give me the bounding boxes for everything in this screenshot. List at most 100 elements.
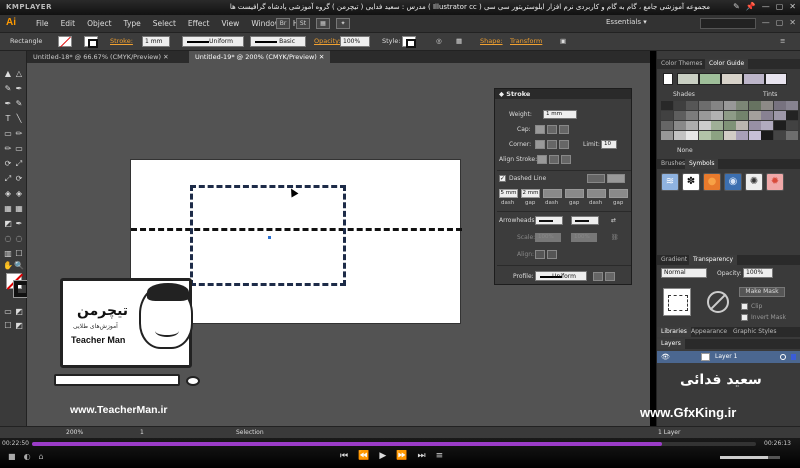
opacity-panel-link[interactable]: Opacity:	[314, 37, 341, 45]
magic-wand-tool-icon[interactable]: ✎	[3, 84, 13, 93]
blend-tool-icon[interactable]: ◌	[3, 234, 13, 243]
arrow-tip-at-end-button[interactable]	[547, 250, 557, 259]
pencil-tool-icon[interactable]: ✏	[3, 144, 13, 153]
gpu-icon[interactable]: ✦	[336, 18, 350, 29]
draw-normal-icon[interactable]: ☐	[3, 321, 13, 330]
align-outside-button[interactable]	[561, 155, 571, 164]
projecting-cap-button[interactable]	[559, 125, 569, 134]
tint-cell[interactable]	[773, 111, 786, 120]
start-scale-field[interactable]: 100%	[535, 233, 561, 242]
tint-cell[interactable]	[673, 111, 686, 120]
menu-view[interactable]: View	[216, 19, 246, 28]
tint-cell[interactable]	[686, 101, 698, 110]
app-close-button[interactable]: ✕	[789, 18, 796, 27]
eyedropper-tool-icon[interactable]: ✒	[14, 219, 24, 228]
tab-color-guide[interactable]: Color Guide	[705, 59, 749, 69]
tab-libraries[interactable]: Libraries	[657, 327, 691, 337]
align-center-button[interactable]	[537, 155, 547, 164]
blend-mode-select[interactable]: Normal	[661, 268, 707, 278]
volume-slider[interactable]	[720, 456, 780, 459]
align-inside-button[interactable]	[549, 155, 559, 164]
layer-row-layer-1[interactable]: 👁 Layer 1	[657, 351, 800, 363]
round-cap-button[interactable]	[547, 125, 557, 134]
tint-cell[interactable]	[773, 101, 786, 110]
invert-mask-checkbox[interactable]	[741, 314, 748, 321]
direct-selection-tool-icon[interactable]: △	[14, 69, 24, 78]
player-minimize-button[interactable]: —	[762, 2, 770, 11]
line-tool-icon[interactable]: ╲	[14, 114, 24, 123]
zoom-tool-icon[interactable]: 🔍	[14, 261, 24, 270]
tint-cell[interactable]	[673, 101, 686, 110]
current-tool-status[interactable]: Selection	[236, 429, 264, 436]
transparency-opacity-field[interactable]: 100%	[743, 268, 773, 278]
dash-1-field[interactable]: 5 mm	[499, 189, 518, 198]
layer-target-icon[interactable]	[780, 354, 786, 360]
tint-cell[interactable]	[761, 121, 773, 130]
tint-cell[interactable]	[748, 121, 761, 130]
screen-mode-icon[interactable]: ◩	[14, 321, 24, 330]
tint-cell[interactable]	[786, 111, 798, 120]
mesh-tool-icon[interactable]: ▦	[14, 204, 24, 213]
bridge-icon[interactable]: Br	[276, 18, 290, 29]
stroke-panel-link[interactable]: Stroke:	[110, 37, 133, 45]
tint-cell[interactable]	[673, 131, 686, 140]
arrange-documents-icon[interactable]: ▦	[316, 18, 330, 29]
tint-cell[interactable]	[748, 131, 761, 140]
workspace-switcher[interactable]: Essentials ▾	[606, 18, 647, 26]
symbol-blue-circle-icon[interactable]: ◉	[724, 173, 742, 191]
gap-3-field[interactable]	[609, 189, 628, 198]
tab-untitled-18[interactable]: Untitled-18* @ 66.67% (CMYK/Preview) ✕	[27, 51, 175, 63]
tint-cell[interactable]	[773, 121, 786, 130]
stroke-weight-field[interactable]: 1 mm	[142, 36, 170, 47]
play-button[interactable]: ▶	[379, 451, 386, 461]
transform-panel-link[interactable]: Transform	[510, 37, 542, 45]
tint-cell[interactable]	[736, 111, 748, 120]
tint-cell[interactable]	[698, 111, 711, 120]
graph-tool-icon[interactable]: ▥	[3, 249, 13, 258]
gradient-tool-icon[interactable]: ◩	[3, 219, 13, 228]
tint-cell[interactable]	[698, 121, 711, 130]
swap-arrowheads-icon[interactable]: ⇄	[611, 217, 616, 224]
stop-icon[interactable]: ■	[8, 452, 16, 461]
player-pin-icon[interactable]: 📌	[746, 2, 756, 11]
symbol-ring-icon[interactable]: ✺	[745, 173, 763, 191]
tint-cell[interactable]	[711, 121, 723, 130]
forward-button[interactable]: ⏩	[396, 451, 407, 461]
butt-cap-button[interactable]	[535, 125, 545, 134]
tint-cell[interactable]	[761, 101, 773, 110]
live-paint-tool-icon[interactable]: ◈	[14, 189, 24, 198]
clip-checkbox[interactable]	[741, 303, 748, 310]
curvature-tool-icon[interactable]: ✎	[14, 99, 24, 108]
menu-object[interactable]: Object	[81, 19, 117, 28]
tint-cell[interactable]	[761, 111, 773, 120]
app-minimize-button[interactable]: —	[762, 18, 770, 27]
tint-cell[interactable]	[673, 121, 686, 130]
bevel-join-button[interactable]	[559, 140, 569, 149]
width-tool-icon[interactable]: ⤢	[3, 174, 13, 183]
rectangle-tool-icon[interactable]: ▭	[3, 129, 13, 138]
tint-cell[interactable]	[786, 101, 798, 110]
pen-tool-icon[interactable]: ✒	[3, 99, 13, 108]
tint-cell[interactable]	[661, 101, 673, 110]
tint-cell[interactable]	[736, 101, 748, 110]
symbol-flower-icon[interactable]: ✹	[766, 173, 784, 191]
tint-cell[interactable]	[748, 111, 761, 120]
rotate-tool-icon[interactable]: ⟳	[3, 159, 13, 168]
start-arrowhead-picker[interactable]	[535, 216, 563, 225]
seek-bar[interactable]	[32, 442, 756, 446]
previous-button[interactable]: ⏮	[340, 451, 348, 461]
isolate-icon[interactable]: ▣	[560, 37, 566, 45]
artboard-tool-icon[interactable]: ☐	[14, 249, 24, 258]
panel-menu-icon[interactable]: ≡	[780, 37, 785, 45]
align-icon[interactable]: ▦	[456, 37, 462, 45]
harmony-chip-5[interactable]	[765, 73, 787, 85]
tab-symbols[interactable]: Symbols	[685, 159, 719, 169]
tab-transparency[interactable]: Transparency	[689, 255, 738, 265]
rewind-button[interactable]: ⏪	[358, 451, 369, 461]
harmony-chip-3[interactable]	[721, 73, 743, 85]
tab-appearance[interactable]: Appearance	[687, 327, 731, 337]
brush-definition-picker[interactable]: Basic	[250, 36, 306, 47]
tint-cell[interactable]	[661, 111, 673, 120]
tint-cell[interactable]	[723, 101, 736, 110]
stroke-panel-header[interactable]: ◆ Stroke	[495, 89, 631, 99]
